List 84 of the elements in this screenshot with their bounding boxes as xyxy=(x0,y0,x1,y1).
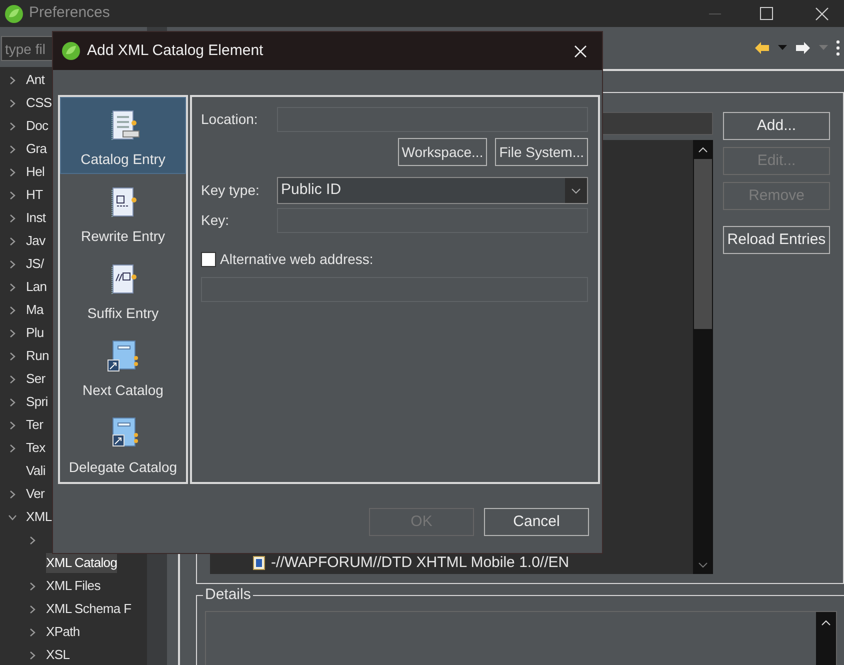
notebook-icon xyxy=(105,338,141,374)
chevron-right-icon[interactable] xyxy=(8,214,17,222)
chevron-right-icon[interactable] xyxy=(8,236,17,246)
tree-item[interactable]: Ter xyxy=(26,415,44,435)
chevron-right-icon[interactable] xyxy=(8,282,17,292)
scrollbar[interactable] xyxy=(693,140,713,574)
document-icon xyxy=(253,556,265,570)
chevron-right-icon[interactable] xyxy=(8,168,17,176)
close-icon[interactable] xyxy=(815,6,829,20)
tree-item[interactable]: JS/ xyxy=(26,254,44,274)
scrollbar[interactable] xyxy=(816,612,836,665)
tree-item[interactable]: XSL xyxy=(46,645,70,665)
chevron-right-icon[interactable] xyxy=(8,420,17,430)
key-type-dropdown[interactable]: Public ID xyxy=(277,177,588,204)
leaf-logo-icon xyxy=(61,41,81,61)
dropdown-arrow-icon[interactable] xyxy=(778,45,787,51)
tree-item[interactable]: Ma xyxy=(26,300,44,320)
element-type-item[interactable]: Delegate Catalog xyxy=(60,405,186,482)
element-type-item[interactable]: Rewrite Entry xyxy=(60,174,186,251)
tree-item[interactable]: HT xyxy=(26,185,43,205)
field-label: Key: xyxy=(201,211,230,230)
chevron-right-icon[interactable] xyxy=(28,650,37,660)
browse-button[interactable]: File System... xyxy=(495,138,588,166)
chevron-right-icon[interactable] xyxy=(8,76,17,84)
back-arrow-icon[interactable] xyxy=(754,41,770,55)
checkbox-label[interactable]: Alternative web address: xyxy=(220,249,374,270)
tree-item[interactable]: Ant xyxy=(26,70,45,90)
tree-item[interactable]: XML Catalog xyxy=(46,553,118,573)
tree-item[interactable]: Doc xyxy=(26,116,48,136)
tree-item[interactable]: XPath xyxy=(46,622,80,642)
maximize-icon[interactable] xyxy=(760,7,773,20)
dialog-button[interactable]: Cancel xyxy=(484,508,589,536)
element-type-item[interactable]: Next Catalog xyxy=(60,328,186,405)
chevron-right-icon[interactable] xyxy=(28,628,37,636)
forward-arrow-icon[interactable] xyxy=(795,41,811,55)
dialog-title: Add XML Catalog Element xyxy=(87,40,264,61)
chevron-right-icon[interactable] xyxy=(8,444,17,452)
more-icon[interactable] xyxy=(836,40,840,56)
tree-item[interactable]: Run xyxy=(26,346,49,366)
tree-item[interactable]: Lan xyxy=(26,277,47,297)
tree-item[interactable]: XML Files xyxy=(46,576,100,596)
chevron-right-icon[interactable] xyxy=(28,604,37,614)
chevron-right-icon[interactable] xyxy=(8,144,17,154)
tree-item[interactable]: XML xyxy=(26,507,52,527)
tree-item[interactable]: Gra xyxy=(26,139,47,159)
chevron-right-icon[interactable] xyxy=(8,122,17,130)
tree-item[interactable]: Spri xyxy=(26,392,48,412)
chevron-right-icon[interactable] xyxy=(8,190,17,200)
chevron-right-icon[interactable] xyxy=(8,306,17,314)
tree-item[interactable]: Hel xyxy=(26,162,45,182)
scroll-up-icon[interactable] xyxy=(698,147,708,153)
scroll-up-icon[interactable] xyxy=(821,620,831,626)
chevron-right-icon[interactable] xyxy=(8,328,17,338)
chevron-right-icon[interactable] xyxy=(8,260,17,268)
field-label: Location: xyxy=(201,110,259,129)
chevron-down-icon[interactable] xyxy=(8,512,17,522)
tree-item[interactable]: Jav xyxy=(26,231,46,251)
chevron-right-icon[interactable] xyxy=(28,582,37,590)
tree-item[interactable]: Plu xyxy=(26,323,44,343)
catalog-entry[interactable]: -//WAPFORUM//DTD XHTML Mobile 1.0//EN xyxy=(271,552,570,574)
chevron-right-icon[interactable] xyxy=(28,536,37,544)
element-type-item[interactable]: Suffix Entry xyxy=(60,251,186,328)
field-label: Key type: xyxy=(201,181,260,200)
tree-item[interactable]: Ver xyxy=(26,484,45,504)
leaf-logo-icon xyxy=(4,4,24,24)
chevron-down-icon xyxy=(571,188,581,194)
chevron-right-icon[interactable] xyxy=(8,398,17,406)
tree-item[interactable]: Vali xyxy=(26,461,46,481)
tree-item[interactable]: Tex xyxy=(26,438,46,458)
tree-item[interactable]: Inst xyxy=(26,208,46,228)
chevron-right-icon[interactable] xyxy=(8,374,17,384)
element-type-item[interactable]: Catalog Entry xyxy=(60,97,186,174)
chevron-right-icon[interactable] xyxy=(8,490,17,498)
checkbox[interactable] xyxy=(201,252,216,267)
chevron-right-icon[interactable] xyxy=(8,352,17,360)
scroll-down-icon[interactable] xyxy=(698,562,708,568)
action-button[interactable]: Add... xyxy=(723,112,830,140)
tree-item[interactable]: Ser xyxy=(26,369,46,389)
action-button[interactable]: Reload Entries xyxy=(723,226,830,254)
tree-item[interactable]: XML Schema F xyxy=(46,599,132,619)
chevron-right-icon[interactable] xyxy=(8,98,17,108)
tree-item[interactable]: CSS xyxy=(26,93,52,113)
window-title: Preferences xyxy=(29,3,110,24)
browse-button[interactable]: Workspace... xyxy=(398,138,488,166)
